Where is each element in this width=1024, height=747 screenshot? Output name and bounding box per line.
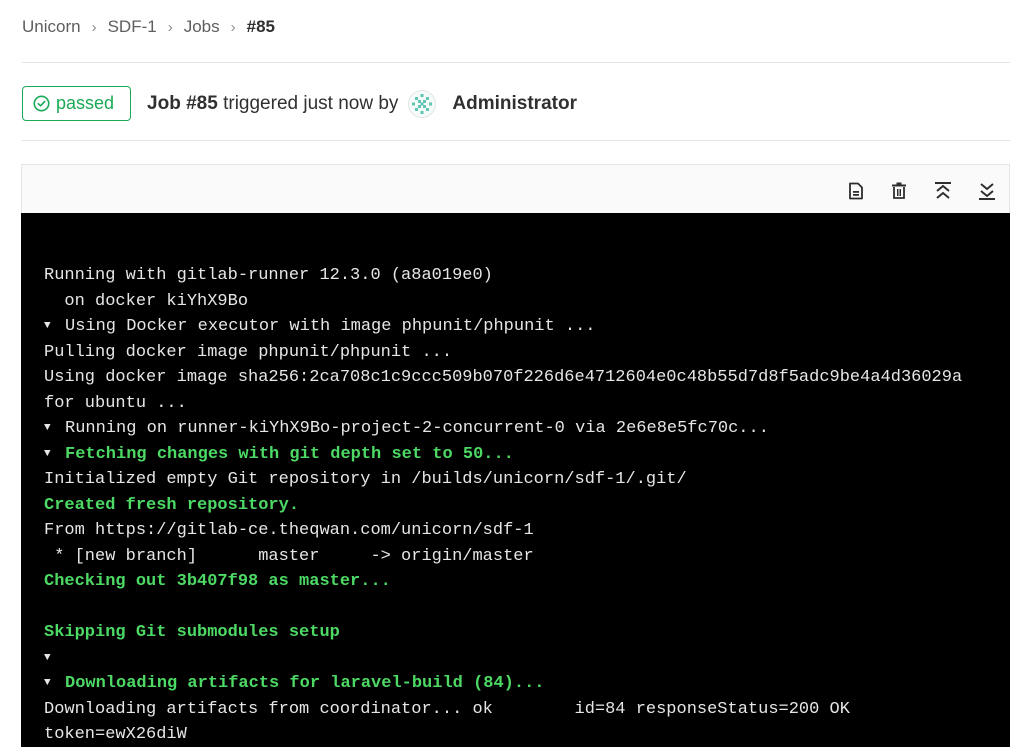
log-line-text: for ubuntu ...	[44, 393, 187, 413]
chevron-right-icon: ›	[91, 18, 97, 36]
job-title: Job #85 triggered just now by	[147, 93, 398, 115]
log-line: ▼	[44, 646, 1010, 672]
chevron-right-icon: ›	[230, 18, 236, 36]
log-line: ▼ Downloading artifacts for laravel-build…	[44, 671, 1010, 697]
log-line: * [new branch] master -> origin/master	[44, 544, 1010, 570]
log-line: Running with gitlab-runner 12.3.0 (a8a01…	[44, 263, 1010, 289]
breadcrumb-item-unicorn[interactable]: Unicorn	[22, 17, 81, 37]
log-line: Initialized empty Git repository in /bui…	[44, 467, 1010, 493]
log-line-text: Running with gitlab-runner 12.3.0 (a8a01…	[44, 266, 493, 285]
log-line-text: Using docker image sha256:2ca708c1c9ccc5…	[44, 368, 963, 387]
log-line-text: token=ewX26diW	[44, 725, 187, 744]
collapse-caret-icon[interactable]: ▼	[44, 671, 65, 697]
log-line: ▼ Running on runner-kiYhX9Bo-project-2-co…	[44, 416, 1010, 442]
log-line: Created fresh repository.	[44, 493, 1010, 519]
scroll-top-icon	[935, 182, 951, 199]
job-log[interactable]: Running with gitlab-runner 12.3.0 (a8a01…	[21, 213, 1010, 747]
divider	[22, 62, 1010, 63]
raw-log-icon	[849, 182, 863, 200]
log-toolbar	[21, 164, 1010, 213]
log-line: on docker kiYhX9Bo	[44, 289, 1010, 315]
log-line-text: on docker kiYhX9Bo	[44, 291, 249, 311]
chevron-right-icon: ›	[167, 18, 173, 36]
breadcrumb-item-jobs[interactable]: Jobs	[184, 17, 220, 37]
log-line-text: Initialized empty Git repository in /bui…	[44, 470, 687, 489]
collapse-caret-icon[interactable]: ▼	[44, 314, 65, 340]
log-line-text: Using Docker executor with image phpunit…	[65, 317, 596, 336]
log-line-text: Downloading artifacts from coordinator..…	[44, 699, 850, 719]
log-line-text: Fetching changes with git depth set to 5…	[65, 444, 514, 464]
log-line: Using docker image sha256:2ca708c1c9ccc5…	[44, 365, 1010, 391]
log-line: Skipping Git submodules setup	[44, 620, 1010, 646]
log-line-text: Checking out 3b407f98 as master...	[44, 572, 391, 591]
log-line-text: * [new branch] master -> origin/master	[44, 546, 534, 566]
log-line: ▼ Using Docker executor with image phpuni…	[44, 314, 1010, 340]
status-badge[interactable]: passed	[22, 86, 132, 121]
scroll-top-button[interactable]	[932, 180, 954, 202]
job-id: Job #85	[147, 92, 218, 114]
log-line: Checking out 3b407f98 as master...	[44, 569, 1010, 595]
log-line-text: Downloading artifacts for laravel-build …	[65, 674, 545, 693]
breadcrumb-item-sdf-1[interactable]: SDF-1	[108, 17, 157, 37]
raw-log-button[interactable]	[845, 180, 867, 202]
scroll-bottom-icon	[979, 183, 995, 200]
log-line: for ubuntu ...	[44, 391, 1010, 417]
divider	[22, 140, 1010, 141]
log-line-text: Created fresh repository.	[44, 495, 300, 515]
log-line: Pulling docker image phpunit/phpunit ...	[44, 340, 1010, 366]
breadcrumb-item-current[interactable]: #85	[247, 17, 275, 37]
job-header: passed Job #85 triggered just now by Adm…	[22, 86, 577, 121]
log-line: ▼ Fetching changes with git depth set to …	[44, 442, 1010, 468]
log-line-text: Skipping Git submodules setup	[44, 623, 340, 642]
user-name-link[interactable]: Administrator	[452, 93, 577, 115]
scroll-bottom-button[interactable]	[976, 180, 998, 202]
job-trigger-text: triggered just now by	[217, 92, 399, 114]
collapse-caret-icon[interactable]: ▼	[44, 416, 65, 442]
user-avatar-icon[interactable]	[408, 89, 437, 118]
log-line-text: Pulling docker image phpunit/phpunit ...	[44, 342, 453, 362]
collapse-caret-icon[interactable]: ▼	[44, 442, 65, 468]
log-line-text: Running on runner-kiYhX9Bo-project-2-con…	[65, 419, 769, 438]
erase-log-button[interactable]	[888, 180, 910, 202]
log-line: From https://gitlab-ce.theqwan.com/unico…	[44, 518, 1010, 544]
log-line-text: From https://gitlab-ce.theqwan.com/unico…	[44, 521, 534, 540]
check-circle-icon	[33, 95, 50, 112]
breadcrumb: Unicorn › SDF-1 › Jobs › #85	[22, 17, 275, 37]
erase-log-icon	[892, 182, 906, 199]
log-line: Downloading artifacts from coordinator..…	[44, 697, 1010, 723]
status-label: passed	[56, 93, 115, 113]
collapse-caret-icon[interactable]: ▼	[44, 646, 65, 672]
log-line: token=ewX26diW	[44, 722, 1010, 747]
